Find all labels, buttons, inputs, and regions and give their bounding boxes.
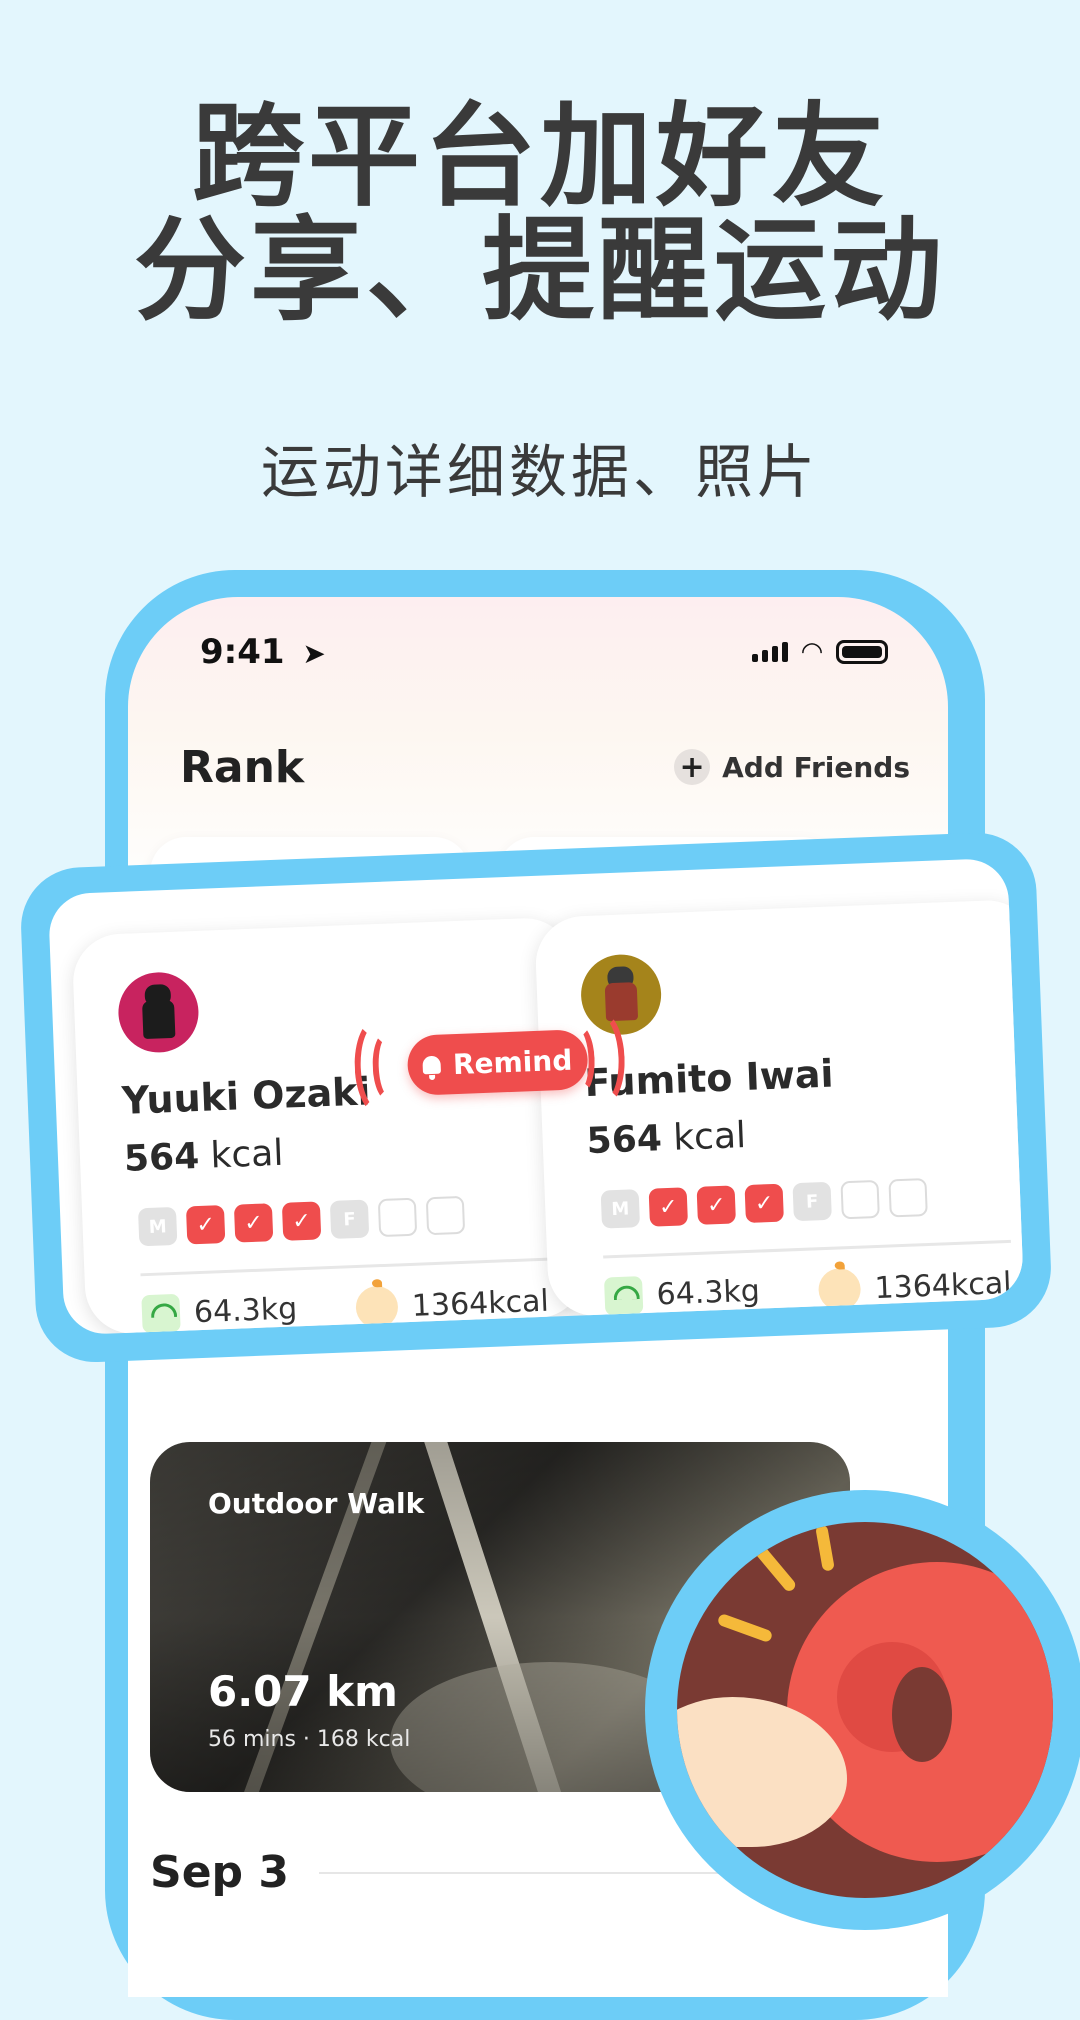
subheadline: 运动详细数据、照片 — [260, 438, 819, 506]
add-friends-label: Add Friends — [722, 750, 910, 784]
weight-stat: 64.3kg — [141, 1289, 298, 1334]
workout-distance: 6.07 km — [208, 1667, 398, 1716]
orange-icon — [817, 1267, 862, 1312]
calories-value: 1364kcal — [873, 1265, 1013, 1306]
friend-card[interactable]: Fumito Iwai 564 kcal M ✓ ✓ ✓ F 64.3kg 13… — [534, 898, 1025, 1318]
plus-icon: + — [674, 749, 711, 785]
day-monday: M — [137, 1206, 178, 1247]
day-saturday — [840, 1179, 880, 1220]
day-thursday-check-icon: ✓ — [744, 1183, 784, 1224]
weekly-progress: M ✓ ✓ ✓ F — [137, 1195, 466, 1247]
battery-icon — [836, 640, 888, 664]
status-icons: ◠ — [752, 637, 888, 667]
page-title: Rank — [180, 742, 305, 793]
status-time: 9:41 ➤ — [200, 632, 326, 672]
location-arrow-icon: ➤ — [302, 637, 326, 670]
friend-name: Yuuki Ozaki — [120, 1069, 372, 1123]
day-tuesday-check-icon: ✓ — [648, 1187, 689, 1227]
scale-icon — [141, 1293, 181, 1334]
day-tuesday-check-icon: ✓ — [185, 1205, 226, 1245]
weight-stat: 64.3kg — [603, 1272, 761, 1316]
avatar — [116, 970, 200, 1054]
day-wednesday-check-icon: ✓ — [233, 1203, 274, 1243]
divider — [603, 1239, 1011, 1259]
date-label: Sep 3 — [150, 1847, 289, 1898]
weight-value: 64.3kg — [655, 1273, 761, 1313]
date-section-header: Sep 3 — [150, 1847, 779, 1898]
day-thursday-check-icon: ✓ — [281, 1201, 322, 1241]
headline: 跨平台加好友 分享、提醒运动 — [0, 100, 1080, 328]
day-monday: M — [600, 1189, 641, 1229]
remind-label: Remind — [452, 1043, 573, 1081]
scale-icon — [603, 1276, 644, 1316]
calories-value: 1364kcal — [411, 1283, 550, 1324]
calories-stat: 1364kcal — [817, 1262, 1013, 1312]
wifi-icon: ◠ — [802, 637, 822, 667]
day-wednesday-check-icon: ✓ — [696, 1185, 736, 1225]
add-friends-button[interactable]: + Add Friends — [674, 749, 910, 785]
friend-cards-row: Yuuki Ozaki 564 kcal M ✓ ✓ ✓ F 64.3kg 13… — [47, 857, 1025, 1336]
kcal-value: 564 — [123, 1135, 200, 1180]
status-time-text: 9:41 — [200, 632, 285, 672]
workout-meta: 56 mins · 168 kcal — [208, 1727, 411, 1752]
kcal-unit: kcal — [672, 1114, 747, 1159]
day-friday: F — [329, 1199, 370, 1239]
divider — [140, 1257, 549, 1277]
divider — [318, 1871, 779, 1874]
headline-line-1: 跨平台加好友 — [192, 92, 888, 222]
day-friday: F — [792, 1181, 832, 1222]
headline-line-2: 分享、提醒运动 — [134, 206, 946, 336]
kcal-value: 564 — [585, 1118, 663, 1163]
fist-bump-icon — [677, 1522, 1053, 1898]
weekly-progress: M ✓ ✓ ✓ F — [600, 1178, 928, 1229]
fist-bump-badge — [645, 1490, 1080, 1930]
friend-kcal: 564 kcal — [586, 1115, 747, 1162]
calories-stat: 1364kcal — [355, 1280, 550, 1330]
weight-value: 64.3kg — [193, 1290, 298, 1330]
cellular-signal-icon — [752, 642, 788, 662]
highlight-panel: Yuuki Ozaki 564 kcal M ✓ ✓ ✓ F 64.3kg 13… — [18, 830, 1054, 1365]
remind-button[interactable]: Remind — [406, 1029, 589, 1096]
orange-icon — [355, 1285, 399, 1330]
day-sunday — [888, 1178, 928, 1218]
friend-kcal: 564 kcal — [123, 1133, 284, 1180]
friend-card[interactable]: Yuuki Ozaki 564 kcal M ✓ ✓ ✓ F 64.3kg 13… — [71, 916, 587, 1336]
workout-type: Outdoor Walk — [208, 1487, 425, 1520]
bell-icon — [422, 1055, 442, 1075]
day-sunday — [425, 1195, 466, 1236]
day-saturday — [377, 1197, 418, 1238]
kcal-unit: kcal — [209, 1132, 285, 1177]
